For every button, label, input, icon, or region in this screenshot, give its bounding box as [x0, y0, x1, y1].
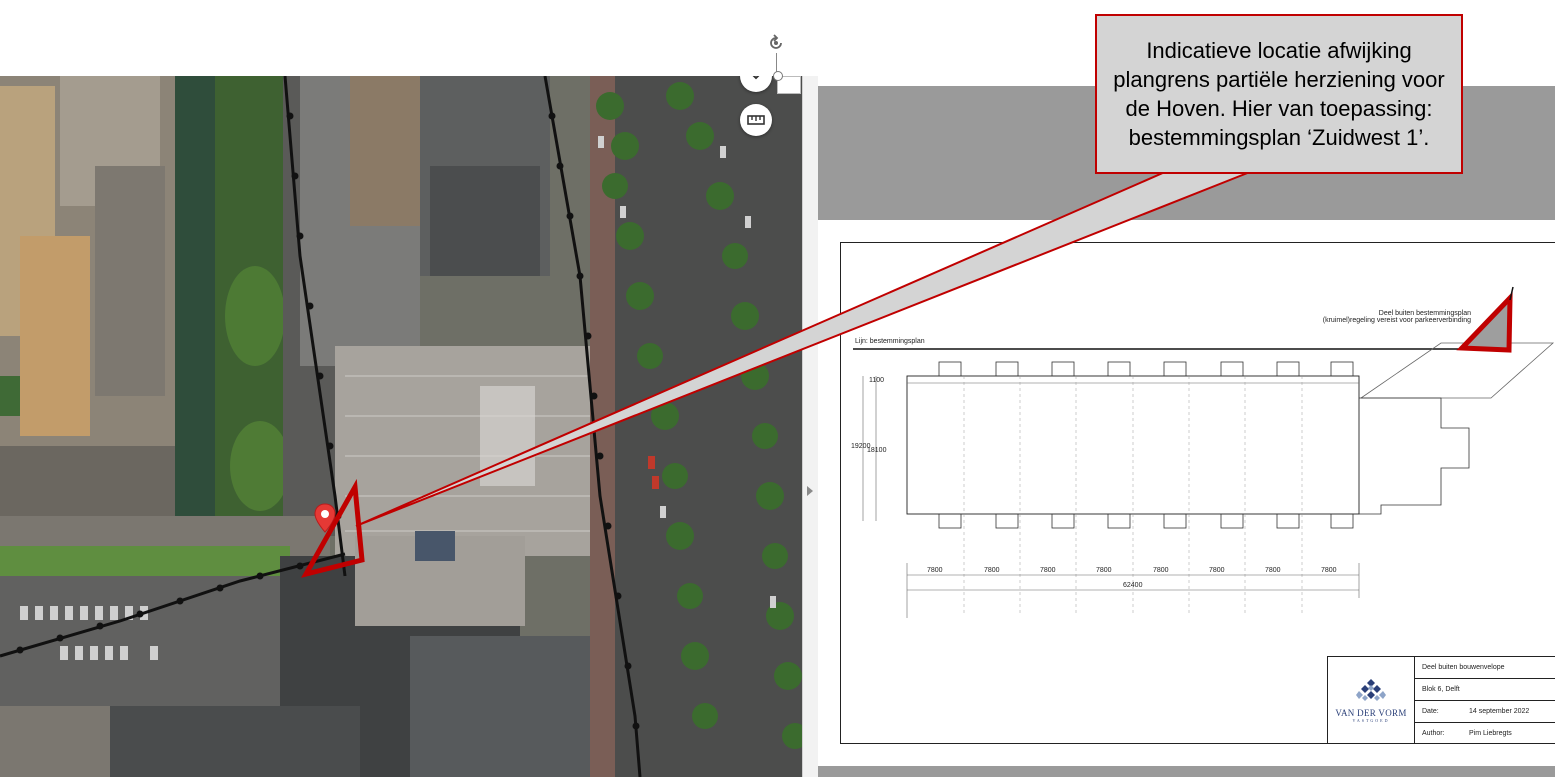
- drawing-location-triangle: [1456, 291, 1513, 353]
- callout-pointer: [355, 171, 1251, 527]
- map-location-triangle: [300, 478, 365, 578]
- callout-box[interactable]: Indicatieve locatie afwijking plangrens …: [1095, 14, 1463, 174]
- callout-text: Indicatieve locatie afwijking plangrens …: [1113, 38, 1445, 150]
